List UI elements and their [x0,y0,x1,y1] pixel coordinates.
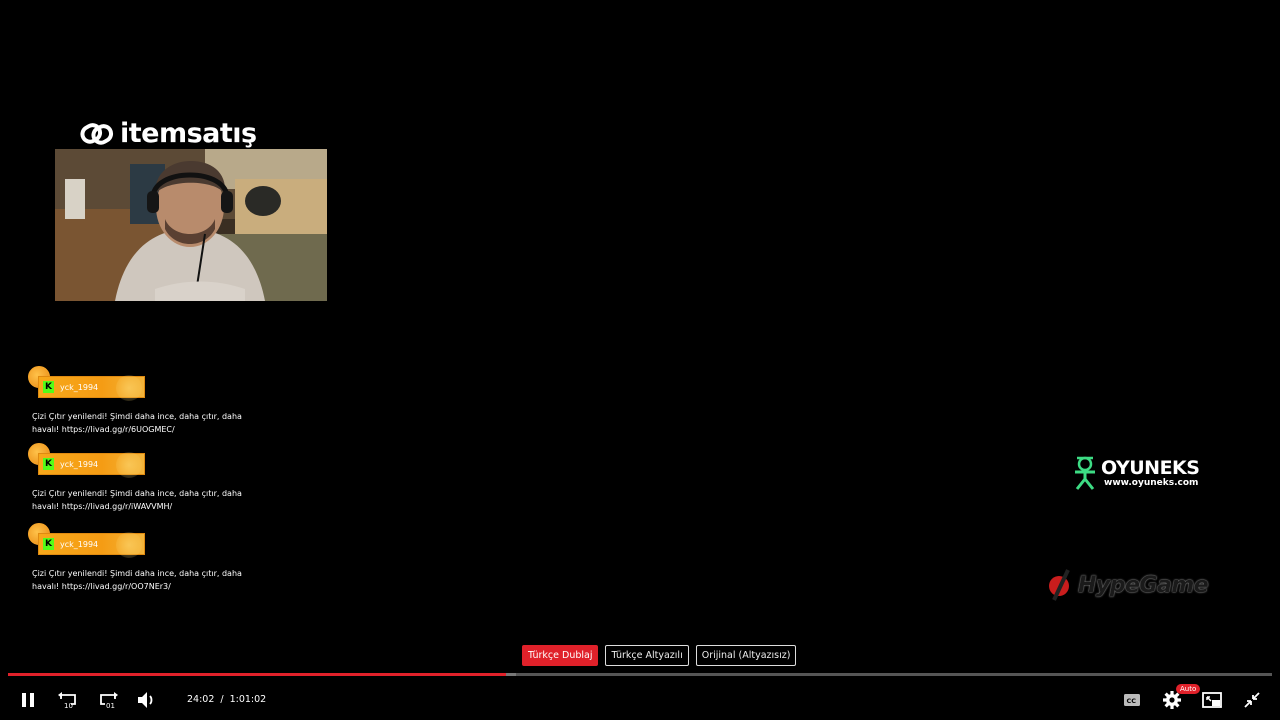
exit-fullscreen-button[interactable] [1236,684,1268,716]
alert-badge: K yck_1994 [28,366,268,401]
volume-icon [138,692,153,708]
alert-name-bar: K yck_1994 [38,452,145,478]
played-range [8,673,507,676]
track-orijinal-button[interactable]: Orijinal (Altyazısız) [695,645,797,666]
video-stage[interactable]: itemsatış K yck_1994 Çizi Çıtır yenilend… [0,0,1280,720]
sponsor-wordmark: itemsatış [120,118,257,149]
oyuneks-brand: OYUNEKS [1101,457,1200,479]
kick-icon: K [43,458,54,470]
forward-icon: 01 [100,692,118,710]
alert-badge: K yck_1994 [28,523,268,558]
svg-text:CC: CC [1127,697,1137,705]
pip-button[interactable] [1196,684,1228,716]
hypegame-wordmark: HypeGame [1078,572,1209,598]
oyuneks-mascot-icon [1075,456,1095,490]
alert-username: yck_1994 [60,382,99,392]
alert-message: Çizi Çıtır yenilendi! Şimdi daha ince, d… [32,569,242,591]
chat-alert: K yck_1994 Çizi Çıtır yenilendi! Şimdi d… [28,366,268,436]
picture-in-picture-icon [1202,692,1222,708]
track-turkce-dublaj-button[interactable]: Türkçe Dublaj [522,645,599,666]
current-time: 24:02 [187,694,215,705]
alert-message: Çizi Çıtır yenilendi! Şimdi daha ince, d… [32,489,242,511]
rewind-10-icon: 10 [58,692,76,710]
alert-name-bar: K yck_1994 [38,375,145,401]
chat-alert: K yck_1994 Çizi Çıtır yenilendi! Şimdi d… [28,523,268,593]
duration: 1:01:02 [229,694,267,705]
seek-bar[interactable] [8,673,1272,676]
webcam-feed [55,149,327,301]
itemsatis-link-icon [80,121,114,147]
rewind-label: 10 [64,702,73,710]
alert-username: yck_1994 [60,539,99,549]
exit-fullscreen-icon [1244,692,1260,708]
oyuneks-logo: OYUNEKS www.oyuneks.com [1072,455,1200,491]
sponsor-logo: itemsatış [80,118,257,149]
player-controls: 10 01 24:02 / 1:01:02 CC Auto [0,684,1280,716]
kick-icon: K [43,538,54,550]
rewind-10-button[interactable]: 10 [52,684,84,716]
pause-button[interactable] [12,684,44,716]
time-display: 24:02 / 1:01:02 [187,694,266,705]
pause-icon [22,693,34,707]
hypegame-swoosh-icon [1049,569,1070,601]
alert-badge: K yck_1994 [28,443,268,478]
captions-icon: CC [1124,694,1140,706]
time-separator: / [220,694,224,705]
oyuneks-url: www.oyuneks.com [1104,478,1199,488]
alert-message: Çizi Çıtır yenilendi! Şimdi daha ince, d… [32,412,242,434]
alert-name-bar: K yck_1994 [38,532,145,558]
alert-username: yck_1994 [60,459,99,469]
captions-button[interactable]: CC [1116,684,1148,716]
volume-button[interactable] [130,684,162,716]
chat-alert: K yck_1994 Çizi Çıtır yenilendi! Şimdi d… [28,443,268,513]
kick-icon: K [43,381,54,393]
audio-track-selector: Türkçe Dublaj Türkçe Altyazılı Orijinal … [522,645,797,666]
forward-label: 01 [106,702,115,710]
forward-button[interactable]: 01 [92,684,124,716]
hypegame-logo: HypeGame [1048,568,1209,602]
track-turkce-altyazili-button[interactable]: Türkçe Altyazılı [605,645,689,666]
